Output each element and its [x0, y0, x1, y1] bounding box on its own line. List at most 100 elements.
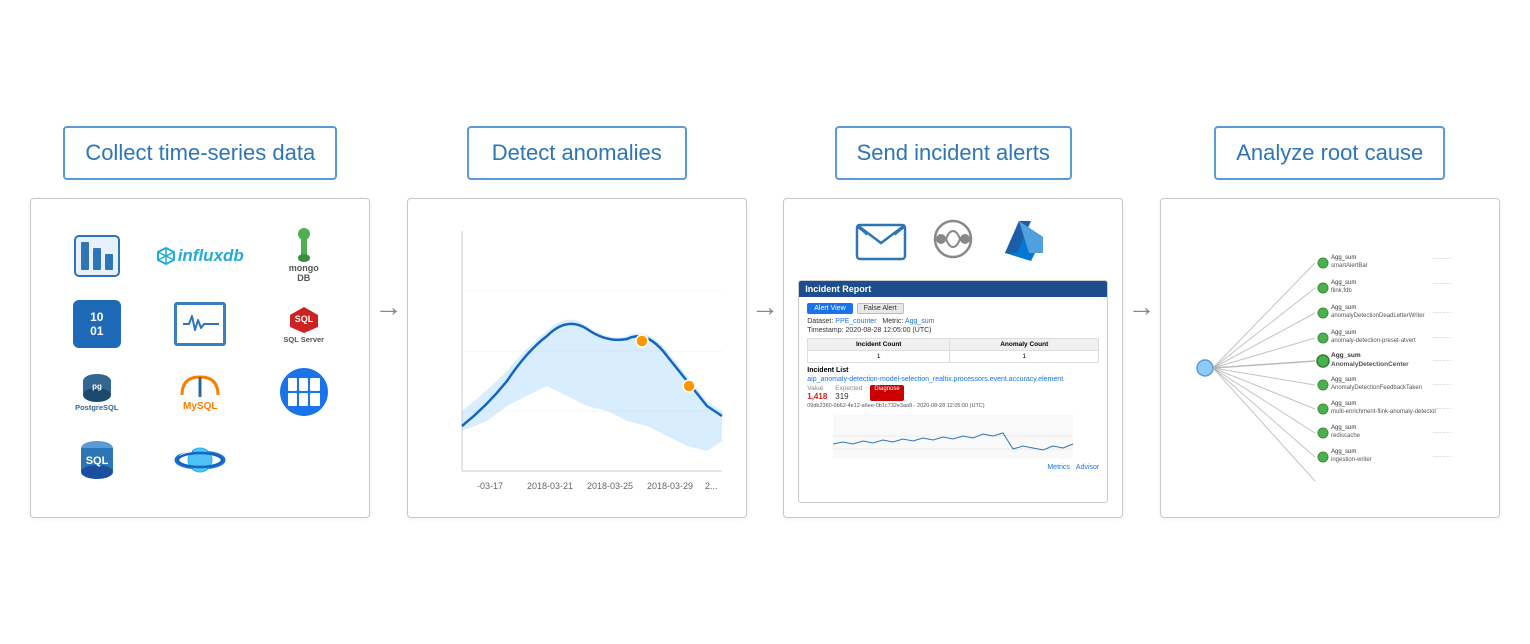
alert-icons-row — [855, 217, 1051, 266]
arrow-3: → — [1124, 293, 1160, 351]
email-alert-icon — [855, 217, 907, 266]
ir-metrics-link[interactable]: Metrics — [1047, 464, 1070, 471]
ir-incident-count-header: Incident Count — [808, 339, 950, 351]
ir-value-val: 1,418 — [807, 392, 827, 401]
monitor-icon — [164, 296, 236, 352]
mongodb-text: mongoDB — [289, 264, 319, 284]
ir-incident-id: aip_anomaly-detection-model-selection_re… — [807, 376, 1063, 383]
svg-text:Agg_sum: Agg_sum — [1331, 377, 1356, 383]
svg-text:.............: ............. — [1433, 255, 1451, 261]
svg-text:anomaly-detection-preset-atver: anomaly-detection-preset-atvert — [1331, 338, 1416, 344]
stage-collect-content: influxdb mongoDB 1001 — [30, 198, 370, 518]
ir-metric-value: Agg_sum — [905, 318, 935, 325]
svg-text:Agg_sum: Agg_sum — [1331, 305, 1356, 311]
azure-alert-icon — [999, 217, 1051, 266]
svg-text:2018-03-29: 2018-03-29 — [647, 481, 693, 491]
svg-text:SQL: SQL — [85, 455, 108, 467]
incident-panel: Incident Report Alert View False Alert D… — [798, 213, 1108, 503]
stage-alerts-content: Incident Report Alert View False Alert D… — [783, 198, 1123, 518]
svg-text:Agg_sum: Agg_sum — [1331, 255, 1356, 261]
stage-rootcause-content: Agg_sum smartAlertBar Agg_sum flink.fdb … — [1160, 198, 1500, 518]
svg-text:Agg_sum: Agg_sum — [1331, 425, 1356, 431]
svg-text:.............: ............. — [1433, 309, 1451, 315]
arrow-2: → — [747, 293, 783, 351]
mongodb-icon: mongoDB — [268, 228, 340, 284]
mysql-icon: MySQL — [164, 364, 236, 420]
svg-text:.............: ............. — [1433, 280, 1451, 286]
stage-rootcause: Analyze root cause — [1160, 126, 1501, 518]
ir-btn-row: Alert View False Alert — [807, 303, 1099, 314]
ir-dataset-line: Dataset: PPE_counter Metric: Agg_sum — [807, 318, 1099, 325]
svg-text:pg: pg — [92, 382, 102, 391]
root-cause-svg: Agg_sum smartAlertBar Agg_sum flink.fdb … — [1175, 213, 1485, 508]
ir-counts-table: Incident Count Anomaly Count 1 1 — [807, 338, 1099, 363]
svg-text:rediscache: rediscache — [1331, 433, 1361, 439]
ir-dataset-label: Dataset: — [807, 318, 833, 325]
ir-ts-label: Timestamp: — [807, 327, 843, 334]
svg-text:Agg_sum: Agg_sum — [1331, 280, 1356, 286]
svg-text:anomalyDetectionDeadLetterWrit: anomalyDetectionDeadLetterWriter — [1331, 313, 1425, 319]
pipeline-container: Collect time-series data — [0, 106, 1530, 538]
svg-text:SQL: SQL — [294, 314, 313, 324]
ir-value-lbl: Value — [807, 385, 827, 392]
webhook-alert-icon — [927, 217, 979, 266]
ir-incident-list-label: Incident List — [807, 367, 1099, 374]
postgresql-icon: pg PostgreSQL — [61, 364, 133, 420]
ir-expected-val: 319 — [835, 392, 862, 401]
incident-report-box: Incident Report Alert View False Alert D… — [798, 280, 1108, 503]
ir-metric-label: Metric: — [882, 318, 903, 325]
ir-value-expected-row: Value 1,418 Expected 319 Diagnose — [807, 385, 1099, 401]
ir-anomaly-count-value: 1 — [950, 351, 1099, 363]
stage-collect: Collect time-series data — [30, 126, 371, 518]
arrow-icon-2: → — [751, 293, 779, 321]
sqlserver-text: SQL Server — [283, 335, 324, 344]
ir-incident-count-value: 1 — [808, 351, 950, 363]
svg-text:2...: 2... — [705, 481, 718, 491]
svg-text:Agg_sum: Agg_sum — [1331, 330, 1356, 336]
false-alert-btn[interactable]: False Alert — [857, 303, 904, 314]
alert-view-btn[interactable]: Alert View — [807, 303, 852, 314]
svg-text:.............: ............. — [1433, 381, 1451, 387]
stage-collect-label: Collect time-series data — [63, 126, 337, 180]
svg-text:.............: ............. — [1433, 405, 1451, 411]
arrow-icon-1: → — [375, 293, 403, 321]
anomaly-chart: -03-17 2018-03-21 2018-03-25 2018-03-29 … — [427, 211, 727, 506]
ir-mini-chart — [807, 414, 1099, 459]
planet-icon — [164, 432, 236, 488]
ir-advisor-link[interactable]: Advisor — [1076, 464, 1099, 471]
ir-footer-links: Metrics Advisor — [807, 464, 1099, 471]
svg-text:.............: ............. — [1433, 357, 1451, 363]
ir-exp-col: Expected 319 — [835, 385, 862, 401]
ir-anomaly-count-header: Anomaly Count — [950, 339, 1099, 351]
stage-rootcause-label: Analyze root cause — [1214, 126, 1445, 180]
ir-expected-lbl: Expected — [835, 385, 862, 392]
sql-barrel-icon: SQL — [61, 432, 133, 488]
postgresql-text: PostgreSQL — [75, 403, 118, 412]
stage-detect-content: -03-17 2018-03-21 2018-03-25 2018-03-29 … — [407, 198, 747, 518]
svg-text:smartAlertBar: smartAlertBar — [1331, 263, 1368, 269]
stage-detect-label: Detect anomalies — [467, 126, 687, 180]
svg-text:AnomalyDetectionCenter: AnomalyDetectionCenter — [1331, 361, 1409, 368]
svg-text:flink.fdb: flink.fdb — [1331, 288, 1352, 294]
datasources-grid: influxdb mongoDB 1001 — [45, 218, 355, 498]
sqlserver-icon: SQL SQL Server — [268, 296, 340, 352]
mysql-text: MySQL — [183, 401, 217, 412]
svg-text:AnomalyDetectionFeedbackTaken: AnomalyDetectionFeedbackTaken — [1331, 385, 1422, 391]
ir-incident-id-line: aip_anomaly-detection-model-selection_re… — [807, 376, 1099, 383]
svg-text:ingestion-writer: ingestion-writer — [1331, 457, 1372, 463]
svg-text:.............: ............. — [1433, 429, 1451, 435]
ir-dataset-value: PPE_counter — [835, 318, 876, 325]
cube101-label: 1001 — [73, 300, 121, 348]
ir-diagnose-btn[interactable]: Diagnose — [870, 385, 903, 401]
stage-alerts-label: Send incident alerts — [835, 126, 1072, 180]
svg-text:2018-03-21: 2018-03-21 — [527, 481, 573, 491]
svg-text:Agg_sum: Agg_sum — [1331, 401, 1356, 407]
grid-db-icon — [268, 364, 340, 420]
arrow-1: → — [371, 293, 407, 351]
stage-detect: Detect anomalies -03-17 2018-03-2 — [407, 126, 748, 518]
svg-text:2018-03-25: 2018-03-25 — [587, 481, 633, 491]
ir-timestamp-line: Timestamp: 2020-08-28 12:05:00 (UTC) — [807, 327, 1099, 334]
svg-text:.............: ............. — [1433, 453, 1451, 459]
influxdb-icon: influxdb — [150, 228, 250, 284]
ir-val-col: Value 1,418 — [807, 385, 827, 401]
